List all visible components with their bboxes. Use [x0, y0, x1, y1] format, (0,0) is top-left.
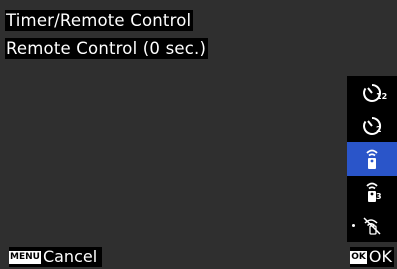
current-setting: Remote Control (0 sec.): [5, 38, 209, 59]
cancel-button[interactable]: MENU Cancel: [9, 247, 103, 267]
mode-subscript: 2: [376, 125, 382, 135]
remote-off-icon: [363, 217, 381, 235]
mode-subscript: 3: [376, 191, 382, 201]
mode-remote-off[interactable]: [347, 209, 397, 242]
mode-remote-control-3s[interactable]: 3: [347, 176, 397, 209]
ok-key-badge: OK: [350, 250, 367, 264]
menu-title: Timer/Remote Control: [5, 10, 194, 31]
menu-key-badge: MENU: [9, 250, 41, 264]
cancel-label: Cancel: [42, 247, 98, 266]
drive-mode-list: 12 2 3: [347, 76, 397, 242]
mode-subscript: 12: [376, 92, 388, 101]
mode-remote-control[interactable]: [347, 142, 397, 176]
remote-control-icon: [366, 149, 378, 169]
current-mode-dot: [352, 223, 355, 227]
ok-label: OK: [368, 247, 392, 266]
mode-self-timer-2s[interactable]: 2: [347, 109, 397, 142]
mode-self-timer-12s[interactable]: 12: [347, 76, 397, 109]
ok-button[interactable]: OK OK: [350, 247, 394, 267]
